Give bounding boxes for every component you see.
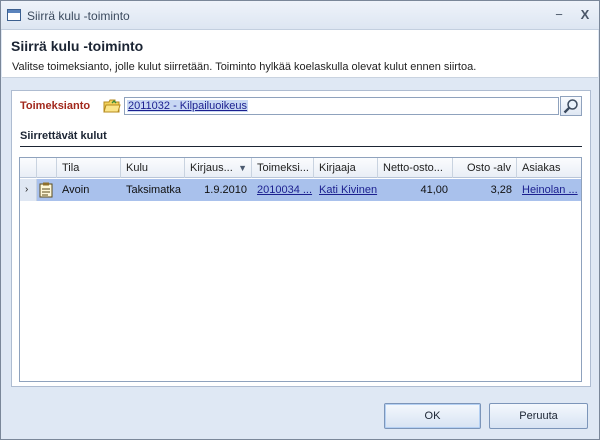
header-icon-cell <box>37 158 57 178</box>
close-button[interactable]: X <box>575 6 595 24</box>
sort-descending-icon: ▼ <box>238 163 247 173</box>
folder-icon <box>103 99 121 113</box>
cell-kulu: Taksimatka <box>126 184 182 196</box>
dialog-title: Siirrä kulu -toiminto <box>11 38 144 54</box>
title-bar[interactable]: Siirrä kulu -toiminto − X <box>1 1 599 30</box>
minimize-button[interactable]: − <box>549 6 569 24</box>
window-icon <box>7 9 21 21</box>
cell-netto-osto: 41,00 <box>420 184 448 196</box>
column-header-toimeksianto[interactable]: Toimeksi... <box>252 158 314 178</box>
row-indicator[interactable]: › <box>20 179 37 201</box>
column-header-asiakas[interactable]: Asiakas <box>517 158 581 178</box>
column-header-tila[interactable]: Tila <box>57 158 121 178</box>
ok-button[interactable]: OK <box>384 403 481 429</box>
dialog-header: Siirrä kulu -toiminto Valitse toimeksian… <box>2 30 598 78</box>
dialog-description: Valitse toimeksianto, jolle kulut siirre… <box>12 61 477 73</box>
section-divider <box>20 146 582 147</box>
column-header-kirjaus[interactable]: Kirjaus... ▼ <box>185 158 252 178</box>
section-title: Siirrettävät kulut <box>20 130 107 142</box>
column-header-osto-alv[interactable]: Osto -alv <box>453 158 517 178</box>
cancel-button[interactable]: Peruuta <box>489 403 588 429</box>
search-button[interactable] <box>560 96 582 116</box>
dialog-window: Siirrä kulu -toiminto − X Siirrä kulu -t… <box>0 0 600 440</box>
current-row-arrow-icon: › <box>25 184 29 195</box>
column-header-netto-osto[interactable]: Netto-osto... <box>378 158 453 178</box>
cell-toimeksianto-link[interactable]: 2010034 ... <box>252 179 314 201</box>
cell-kirjaaja-link[interactable]: Kati Kivinen <box>314 179 378 201</box>
grid-header: Tila Kulu Kirjaus... ▼ Toimeksi... Kirja… <box>20 158 581 178</box>
search-icon <box>563 99 578 114</box>
assignment-label: Toimeksianto <box>20 100 91 112</box>
assignment-field[interactable]: 2011032 - Kilpailuoikeus <box>124 97 559 115</box>
cell-kirjaus: 1.9.2010 <box>204 184 247 196</box>
main-panel: Toimeksianto 2011032 - Kilpailuoikeus Si… <box>11 90 591 387</box>
cell-tila: Avoin <box>62 184 90 196</box>
cell-osto-alv: 3,28 <box>490 184 512 196</box>
table-row[interactable]: › Avoin Taksimatka 1.9.2010 2010034 ... … <box>20 179 581 201</box>
assignment-value[interactable]: 2011032 - Kilpailuoikeus <box>127 100 249 112</box>
expenses-grid[interactable]: Tila Kulu Kirjaus... ▼ Toimeksi... Kirja… <box>19 157 582 382</box>
column-header-kirjaus-label: Kirjaus... <box>190 162 233 174</box>
document-icon <box>39 182 53 198</box>
column-header-kulu[interactable]: Kulu <box>121 158 185 178</box>
window-title: Siirrä kulu -toiminto <box>27 9 130 23</box>
cell-asiakas-link[interactable]: Heinolan ... <box>517 179 581 201</box>
header-indicator-cell <box>20 158 37 178</box>
column-header-kirjaaja[interactable]: Kirjaaja <box>314 158 378 178</box>
